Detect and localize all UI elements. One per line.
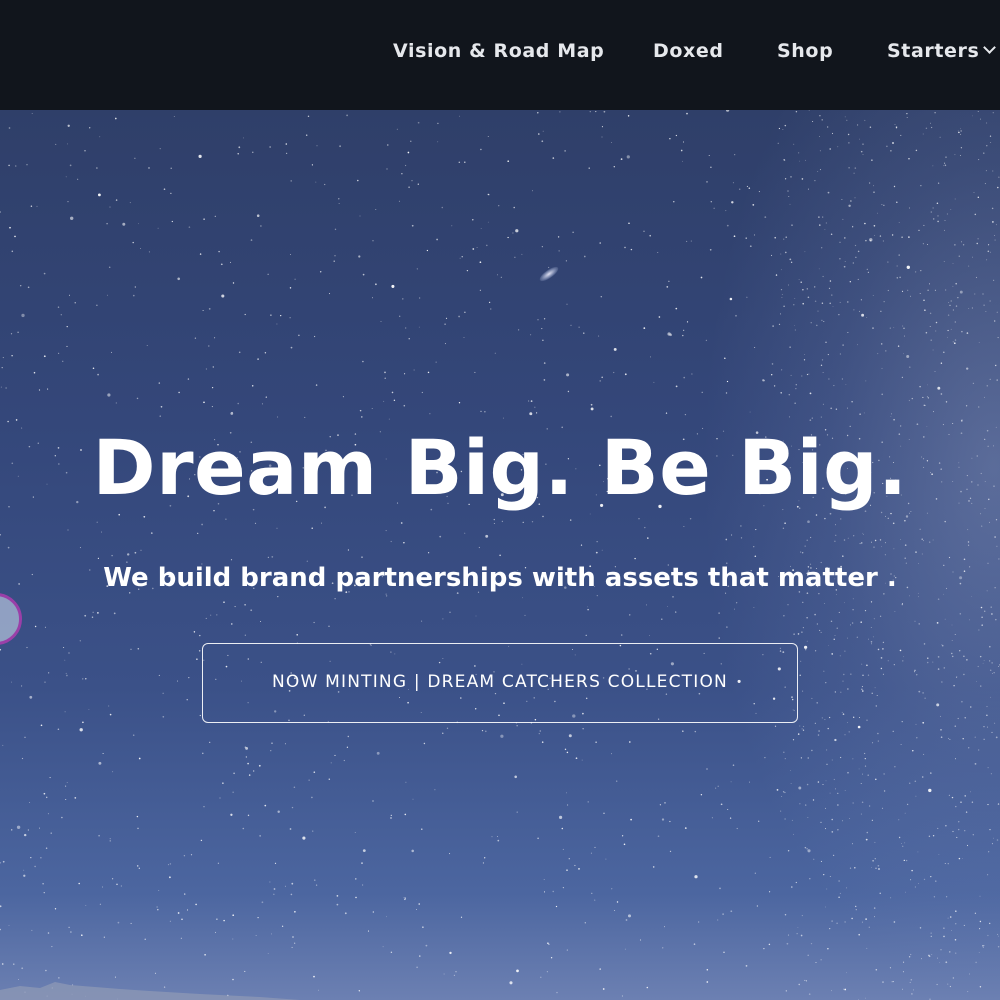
hero-section: Dream Big. Be Big. We build brand partne… xyxy=(0,110,1000,1000)
hero-title: Dream Big. Be Big. xyxy=(92,423,908,512)
mountain-silhouette xyxy=(0,982,300,1000)
chevron-down-icon xyxy=(983,41,997,54)
nav-item-shop[interactable]: Shop xyxy=(777,38,833,64)
nav-item-starters-label: Starters xyxy=(887,40,980,62)
nav-item-vision-road-map[interactable]: Vision & Road Map xyxy=(393,38,604,64)
top-navigation-bar: Vision & Road Map Doxed Shop Starters xyxy=(0,0,1000,110)
page: Vision & Road Map Doxed Shop Starters Dr… xyxy=(0,0,1000,1000)
nav-item-doxed[interactable]: Doxed xyxy=(653,38,724,64)
now-minting-button[interactable]: NOW MINTING | DREAM CATCHERS COLLECTION xyxy=(202,643,798,723)
nav-item-starters[interactable]: Starters xyxy=(887,38,997,64)
starfield-background xyxy=(0,110,1000,1000)
hero-subtitle: We build brand partnerships with assets … xyxy=(103,563,897,593)
